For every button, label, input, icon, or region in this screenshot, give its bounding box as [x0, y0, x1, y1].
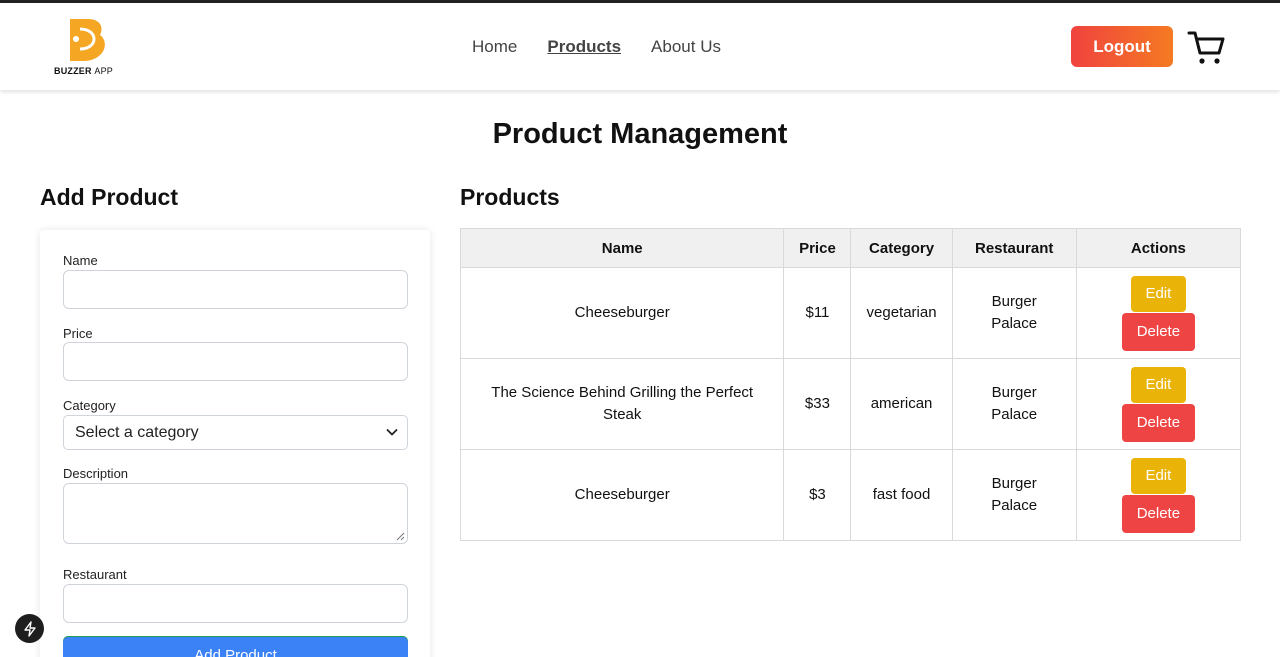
nav-products[interactable]: Products: [547, 37, 621, 57]
page-title: Product Management: [492, 118, 788, 150]
cell-price: $3: [783, 449, 852, 541]
restaurant-input[interactable]: [63, 584, 408, 623]
chevron-down-icon: [386, 428, 398, 436]
delete-button[interactable]: Delete: [1121, 494, 1195, 533]
cell-category: american: [850, 358, 953, 450]
description-label: Description: [63, 466, 129, 481]
cell-name: Cheeseburger: [459, 267, 785, 359]
name-label: Name: [63, 253, 98, 268]
logo-brand: BUZZER: [54, 66, 92, 76]
products-table: Name Price Category Restaurant Actions C…: [459, 228, 1242, 541]
resize-grip-icon[interactable]: [395, 531, 405, 541]
column-header-category: Category: [850, 228, 953, 268]
column-header-actions: Actions: [1075, 228, 1242, 268]
nav-home[interactable]: Home: [472, 37, 517, 57]
cell-category: vegetarian: [850, 267, 953, 359]
column-header-restaurant: Restaurant: [951, 228, 1077, 268]
cell-actions: Edit Delete: [1075, 267, 1242, 359]
add-product-button[interactable]: Add Product: [63, 637, 408, 657]
delete-button[interactable]: Delete: [1121, 312, 1195, 351]
delete-button[interactable]: Delete: [1121, 403, 1195, 442]
edit-button[interactable]: Edit: [1130, 275, 1186, 312]
restaurant-text: Burger Palace: [991, 475, 1038, 514]
nav-about-us[interactable]: About Us: [651, 37, 721, 57]
category-selected-value: Select a category: [75, 424, 199, 441]
row-actions: Edit Delete: [1077, 275, 1240, 351]
restaurant-label: Restaurant: [63, 567, 127, 582]
logo-suffix: APP: [94, 66, 114, 76]
price-input[interactable]: [63, 342, 408, 381]
table-row: Cheeseburger $3 fast food Burger Palace …: [459, 449, 1242, 541]
table-header-row: Name Price Category Restaurant Actions: [459, 228, 1242, 268]
lightning-bolt-icon[interactable]: [15, 614, 44, 643]
logo-text: BUZZER APP: [54, 66, 124, 76]
cell-actions: Edit Delete: [1075, 358, 1242, 450]
table-row: Cheeseburger $11 vegetarian Burger Palac…: [459, 267, 1242, 359]
shopping-cart-icon[interactable]: [1187, 29, 1227, 67]
cell-category: fast food: [850, 449, 953, 541]
cell-name: Cheeseburger: [459, 449, 785, 541]
category-select[interactable]: Select a category: [63, 415, 408, 450]
table-row: The Science Behind Grilling the Perfect …: [459, 358, 1242, 450]
cell-restaurant: Burger Palace: [951, 358, 1077, 450]
buzzer-logo[interactable]: BUZZER APP: [54, 17, 124, 77]
logout-button[interactable]: Logout: [1071, 26, 1173, 67]
add-product-heading: Add Product: [40, 184, 178, 210]
price-label: Price: [63, 326, 93, 341]
edit-button[interactable]: Edit: [1130, 366, 1186, 403]
row-actions: Edit Delete: [1077, 366, 1240, 442]
column-header-price: Price: [783, 228, 852, 268]
edit-button[interactable]: Edit: [1130, 457, 1186, 494]
products-heading: Products: [460, 184, 560, 210]
description-textarea[interactable]: [63, 483, 408, 544]
cell-price: $11: [783, 267, 852, 359]
category-label: Category: [63, 398, 116, 413]
cell-restaurant: Burger Palace: [951, 267, 1077, 359]
cell-restaurant: Burger Palace: [951, 449, 1077, 541]
row-actions: Edit Delete: [1077, 457, 1240, 533]
column-header-name: Name: [459, 228, 785, 268]
cell-name: The Science Behind Grilling the Perfect …: [459, 358, 785, 450]
cell-actions: Edit Delete: [1075, 449, 1242, 541]
logo-mark-icon: [70, 19, 105, 61]
cell-price: $33: [783, 358, 852, 450]
main-nav: Home Products About Us: [472, 37, 721, 57]
site-header: BUZZER APP Home Products About Us Logout: [0, 3, 1280, 90]
restaurant-text: Burger Palace: [991, 293, 1038, 332]
restaurant-text: Burger Palace: [991, 384, 1038, 423]
name-input[interactable]: [63, 270, 408, 309]
